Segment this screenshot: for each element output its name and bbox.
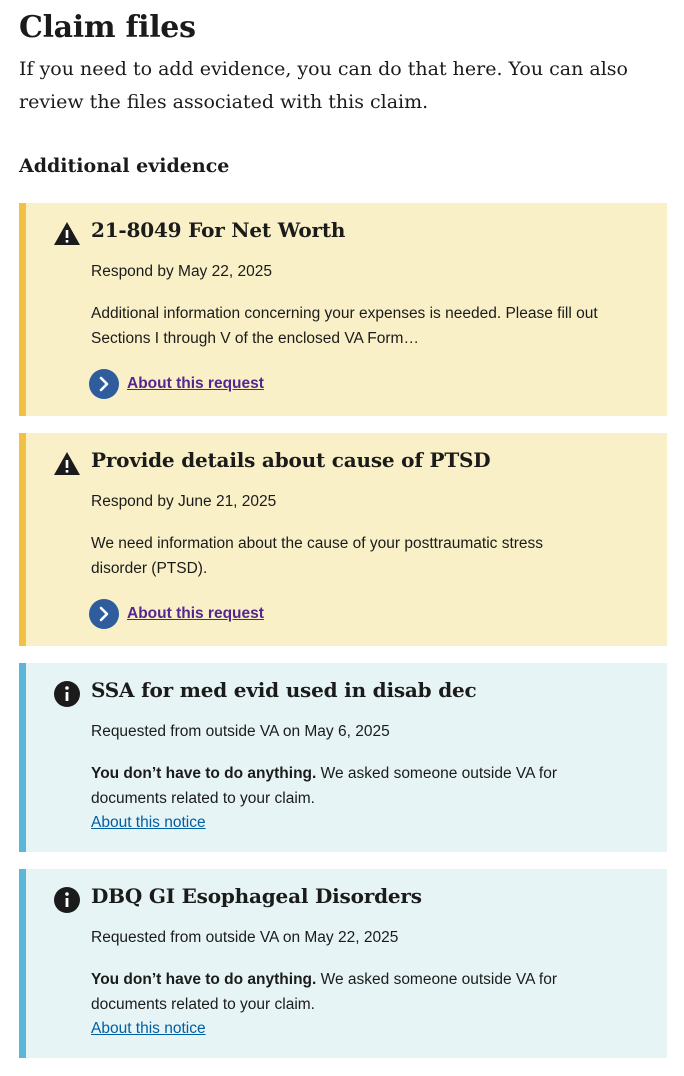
card-description-bold: You don’t have to do anything. [91,765,317,782]
evidence-request-card: Provide details about cause of PTSD Resp… [19,433,667,646]
about-this-notice-link[interactable]: About this notice [91,811,206,835]
card-title: Provide details about cause of PTSD [91,448,491,472]
about-this-request-link[interactable]: About this request [89,599,264,629]
card-description: We need information about the cause of y… [91,535,544,577]
card-date: Respond by May 22, 2025 [91,263,272,280]
card-title: DBQ GI Esophageal Disorders [91,884,422,908]
warning-icon [53,450,81,478]
card-description: You don’t have to do anything. We asked … [91,967,601,1017]
warning-icon [53,220,81,248]
page-intro: If you need to add evidence, you can do … [19,58,628,113]
page-title: Claim files [19,10,196,45]
about-this-request-link[interactable]: About this request [89,369,264,399]
section-heading-additional-evidence: Additional evidence [19,155,230,177]
evidence-request-card: 21-8049 For Net Worth Respond by May 22,… [19,203,667,416]
info-icon [53,680,81,708]
card-date: Requested from outside VA on May 22, 202… [91,929,399,946]
evidence-notice-card: SSA for med evid used in disab dec Reque… [19,663,667,852]
evidence-notice-card: DBQ GI Esophageal Disorders Requested fr… [19,869,667,1058]
about-this-request-label: About this request [127,605,264,622]
card-description: You don’t have to do anything. We asked … [91,761,601,811]
chevron-right-icon [89,369,119,399]
card-description-bold: You don’t have to do anything. [91,971,317,988]
card-title: 21-8049 For Net Worth [91,218,346,242]
card-date: Requested from outside VA on May 6, 2025 [91,723,390,740]
about-this-request-label: About this request [127,375,264,392]
card-description: Additional information concerning your e… [91,305,598,347]
card-date: Respond by June 21, 2025 [91,493,277,510]
about-this-notice-link[interactable]: About this notice [91,1017,206,1041]
info-icon [53,886,81,914]
chevron-right-icon [89,599,119,629]
card-title: SSA for med evid used in disab dec [91,678,477,702]
